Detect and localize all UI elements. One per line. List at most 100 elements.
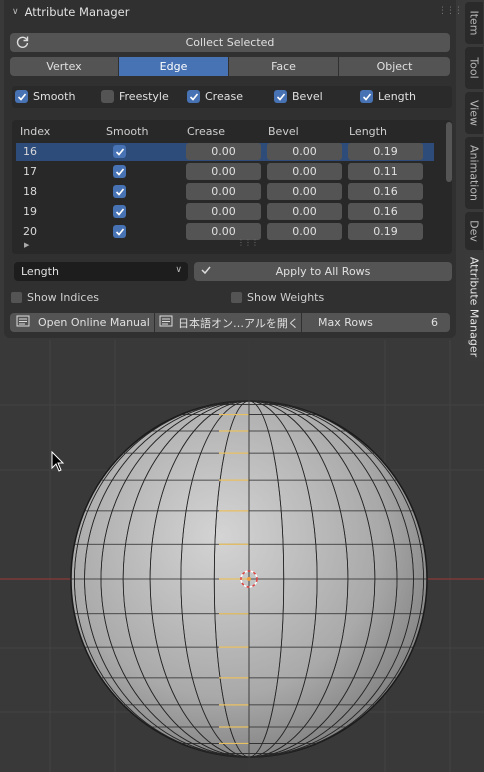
tab-label: View	[467, 99, 481, 127]
manual-icon	[159, 315, 173, 330]
checkbox-icon	[15, 90, 28, 103]
panel-title: Attribute Manager	[24, 5, 130, 19]
row-bevel-field[interactable]: 0.00	[267, 203, 342, 220]
toggle-length[interactable]: Length	[360, 90, 416, 103]
attribute-manager-panel: ∨ Attribute Manager ⋮⋮⋮⋮ Collect Selecte…	[4, 0, 471, 338]
tab-attribute-manager[interactable]: Attribute Manager	[465, 253, 483, 361]
row-smooth-checkbox[interactable]	[113, 205, 126, 218]
toggle-bevel[interactable]: Bevel	[274, 90, 323, 103]
table-row[interactable]: 18 0.00 0.00 0.16	[16, 183, 434, 201]
toggle-smooth[interactable]: Smooth	[15, 90, 75, 103]
tab-label: Dev	[467, 220, 481, 242]
checkmark-icon	[200, 264, 212, 279]
checkbox-icon	[187, 90, 200, 103]
tab-tool[interactable]: Tool	[465, 47, 483, 89]
mouse-cursor-icon	[51, 450, 65, 472]
column-header-length: Length	[349, 125, 387, 138]
table-scrollbar[interactable]	[446, 122, 452, 182]
row-smooth-checkbox[interactable]	[113, 145, 126, 158]
collect-selected-label: Collect Selected	[185, 36, 275, 49]
tab-label: Attribute Manager	[467, 256, 481, 358]
tab-label: Item	[467, 10, 481, 36]
tab-view[interactable]: View	[465, 92, 483, 134]
collect-selected-button[interactable]: Collect Selected	[10, 33, 450, 52]
open-online-manual-label: Open Online Manual	[38, 316, 150, 329]
tab-item[interactable]: Item	[465, 2, 483, 44]
checkbox-icon	[360, 90, 373, 103]
show-indices-toggle[interactable]: Show Indices	[11, 291, 99, 304]
row-length-field[interactable]: 0.11	[348, 163, 423, 180]
row-index: 19	[23, 205, 37, 218]
row-smooth-checkbox[interactable]	[113, 225, 126, 238]
apply-to-all-rows-label: Apply to All Rows	[275, 265, 371, 278]
row-smooth-checkbox[interactable]	[113, 165, 126, 178]
mode-tab-object[interactable]: Object	[339, 57, 450, 76]
table-row[interactable]: 20 0.00 0.00 0.19	[16, 223, 434, 241]
resize-grip-icon[interactable]: ⋮⋮⋮	[237, 238, 259, 247]
attribute-dropdown[interactable]: Length ∨	[14, 262, 188, 281]
open-japanese-manual-button[interactable]: 日本語オン…アルを開く	[155, 313, 301, 332]
table-row[interactable]: 17 0.00 0.00 0.11	[16, 163, 434, 181]
tab-label: Animation	[467, 144, 481, 202]
tab-dev[interactable]: Dev	[465, 212, 483, 250]
sidebar-tabs: Item Tool View Animation Dev Attribute M…	[462, 0, 484, 362]
show-weights-toggle[interactable]: Show Weights	[231, 291, 324, 304]
toggle-label: Freestyle	[119, 90, 169, 103]
row-crease-field[interactable]: 0.00	[186, 183, 261, 200]
row-bevel-field[interactable]: 0.00	[267, 183, 342, 200]
apply-to-all-rows-button[interactable]: Apply to All Rows	[194, 262, 452, 281]
chevron-down-icon: ∨	[175, 265, 182, 275]
toggle-label: Bevel	[292, 90, 323, 103]
show-indices-label: Show Indices	[27, 291, 99, 304]
max-rows-value: 6	[431, 316, 438, 329]
attribute-dropdown-value: Length	[21, 265, 59, 278]
column-header-index: Index	[20, 125, 51, 138]
row-crease-field[interactable]: 0.00	[186, 203, 261, 220]
mode-tab-edge[interactable]: Edge	[119, 57, 228, 76]
panel-header[interactable]: ∨ Attribute Manager	[12, 4, 129, 20]
checkbox-icon	[101, 90, 114, 103]
open-japanese-manual-label: 日本語オン…アルを開く	[178, 316, 299, 330]
row-crease-field[interactable]: 0.00	[186, 163, 261, 180]
row-bevel-field[interactable]: 0.00	[267, 163, 342, 180]
mode-tab-label: Vertex	[46, 60, 82, 73]
toggle-crease[interactable]: Crease	[187, 90, 243, 103]
checkbox-icon	[274, 90, 287, 103]
table-row[interactable]: 19 0.00 0.00 0.16	[16, 203, 434, 221]
row-length-field[interactable]: 0.16	[348, 203, 423, 220]
toggle-label: Length	[378, 90, 416, 103]
row-bevel-field[interactable]: 0.00	[267, 143, 342, 160]
row-smooth-checkbox[interactable]	[113, 185, 126, 198]
column-header-smooth: Smooth	[106, 125, 149, 138]
max-rows-label: Max Rows	[318, 316, 373, 329]
max-rows-field[interactable]: Max Rows 6	[302, 313, 450, 332]
toggle-freestyle[interactable]: Freestyle	[101, 90, 169, 103]
row-length-field[interactable]: 0.19	[348, 143, 423, 160]
toggle-label: Smooth	[33, 90, 76, 103]
open-online-manual-button[interactable]: Open Online Manual	[10, 313, 154, 332]
expand-arrow-icon[interactable]: ▶	[24, 241, 29, 249]
row-index: 20	[23, 225, 37, 238]
mode-tab-label: Object	[376, 60, 413, 73]
checkbox-icon	[231, 292, 242, 303]
refresh-icon	[16, 35, 30, 52]
tab-animation[interactable]: Animation	[465, 137, 483, 209]
row-crease-field[interactable]: 0.00	[186, 143, 261, 160]
toggle-label: Crease	[205, 90, 243, 103]
mode-tab-vertex[interactable]: Vertex	[10, 57, 118, 76]
row-bevel-field[interactable]: 0.00	[267, 223, 342, 240]
row-index: 17	[23, 165, 37, 178]
checkbox-icon	[11, 292, 22, 303]
attribute-table: Index Smooth Crease Bevel Length 16 0.00…	[12, 120, 452, 254]
row-length-field[interactable]: 0.16	[348, 183, 423, 200]
column-header-bevel: Bevel	[268, 125, 299, 138]
mode-tab-face[interactable]: Face	[229, 57, 338, 76]
table-row[interactable]: 16 0.00 0.00 0.19	[16, 143, 434, 161]
mode-tab-label: Face	[271, 60, 296, 73]
row-length-field[interactable]: 0.19	[348, 223, 423, 240]
row-index: 16	[23, 145, 37, 158]
column-header-crease: Crease	[187, 125, 225, 138]
row-index: 18	[23, 185, 37, 198]
column-toggle-row: Smooth Freestyle Crease Bevel Length	[12, 86, 452, 108]
manual-icon	[16, 315, 30, 330]
